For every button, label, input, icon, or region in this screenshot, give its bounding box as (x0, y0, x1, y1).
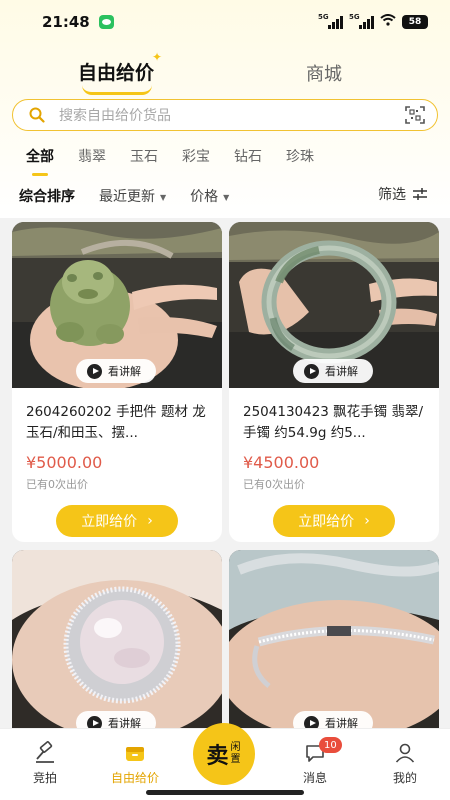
wechat-notification-icon (98, 15, 114, 29)
nav-mine-label: 我的 (392, 771, 417, 785)
battery-indicator: 58 (402, 15, 428, 29)
nav-auction-label: 竞拍 (32, 771, 57, 785)
status-bar: 21:48 5G 5G 58 (0, 0, 450, 44)
filter-icon (413, 188, 427, 200)
sort-comprehensive[interactable]: 综合排序 (19, 186, 75, 206)
home-indicator (146, 790, 304, 795)
tab-free-bid[interactable]: 自由给价 ✦ (78, 50, 162, 95)
network-type-2: 5G (349, 12, 360, 21)
sell-idle-button[interactable]: 卖 闲置 (193, 723, 255, 785)
chevron-right-icon: › (364, 513, 370, 529)
bid-now-label: 立即给价 (298, 514, 355, 530)
bid-now-button[interactable]: 立即给价 › (56, 505, 178, 537)
sell-label: 卖 (206, 744, 229, 769)
product-card[interactable]: 看讲解 2604260202 手把件 题材 龙 玉石/和田玉、摆... ¥500… (12, 222, 222, 542)
play-icon (87, 363, 102, 379)
nav-mine[interactable]: 我的 (365, 741, 445, 786)
filter-label: 筛选 (378, 187, 406, 203)
message-badge: 10 (319, 737, 342, 753)
product-card[interactable]: 看讲解 (12, 550, 222, 730)
product-card[interactable]: 看讲解 (229, 550, 439, 730)
product-image-diamond-bracelet: 看讲解 (229, 550, 439, 730)
tab-free-bid-label: 自由给价 (78, 62, 155, 84)
bid-count: 已有0次出价 (243, 478, 305, 491)
cellular-signal-icon: 5G (318, 12, 343, 29)
wifi-icon (380, 14, 396, 30)
category-pearl[interactable]: 珍珠 (286, 146, 314, 168)
wallet-icon (126, 747, 144, 761)
caret-down-icon: ▼ (160, 192, 167, 202)
nav-messages-label: 消息 (302, 771, 327, 785)
category-jade[interactable]: 玉石 (130, 146, 158, 168)
scan-icon[interactable] (405, 106, 425, 124)
sort-latest-label: 最近更新 (99, 189, 155, 205)
tab-mall[interactable]: 商城 (306, 60, 342, 86)
product-card[interactable]: 看讲解 2504130423 飘花手镯 翡翠/手镯 约54.9g 约5... ¥… (229, 222, 439, 542)
star-icon: ✦ (151, 50, 163, 64)
status-time: 21:48 (42, 13, 90, 31)
cellular-signal-icon-2: 5G (349, 12, 374, 29)
product-price: ¥5000.00 (26, 453, 103, 472)
bid-now-button[interactable]: 立即给价 › (273, 505, 395, 537)
watch-explanation-label: 看讲解 (108, 365, 141, 378)
product-title: 2504130423 飘花手镯 翡翠/手镯 约54.9g 约5... (243, 404, 424, 441)
search-icon (29, 107, 45, 123)
sort-latest[interactable]: 最近更新 ▼ (99, 186, 166, 206)
idle-label: 闲置 (230, 742, 241, 765)
category-gemstone[interactable]: 彩宝 (182, 146, 210, 168)
bid-count: 已有0次出价 (26, 478, 88, 491)
filter-button[interactable]: 筛选 (378, 184, 427, 204)
search-placeholder: 搜索自由给价货品 (59, 108, 171, 124)
category-all[interactable]: 全部 (26, 146, 54, 176)
product-price: ¥4500.00 (243, 453, 320, 472)
category-tabs: 全部 翡翠 玉石 彩宝 钻石 珍珠 (0, 146, 338, 176)
bid-now-label: 立即给价 (81, 514, 138, 530)
watch-explanation-button[interactable]: 看讲解 (293, 359, 373, 383)
watch-explanation-button[interactable]: 看讲解 (76, 359, 156, 383)
play-icon (304, 363, 319, 379)
user-icon (395, 743, 415, 763)
product-image-carved-jade: 看讲解 (12, 222, 222, 388)
product-image-jade-bangle: 看讲解 (229, 222, 439, 388)
nav-free-bid[interactable]: 自由给价 (95, 741, 175, 786)
tab-underline (82, 85, 152, 95)
top-tabs: 自由给价 ✦ 商城 (0, 50, 450, 95)
chevron-right-icon: › (147, 513, 153, 529)
product-title: 2604260202 手把件 题材 龙 玉石/和田玉、摆... (26, 404, 206, 441)
category-diamond[interactable]: 钻石 (234, 146, 262, 168)
caret-down-icon: ▼ (223, 192, 230, 202)
search-bar[interactable]: 搜索自由给价货品 (12, 99, 438, 131)
sort-price[interactable]: 价格 ▼ (190, 186, 229, 206)
nav-auction[interactable]: 竞拍 (5, 741, 85, 786)
watch-explanation-label: 看讲解 (325, 365, 358, 378)
product-grid: 看讲解 2604260202 手把件 题材 龙 玉石/和田玉、摆... ¥500… (0, 222, 450, 730)
nav-free-bid-label: 自由给价 (110, 771, 159, 785)
product-image-pearl-ring: 看讲解 (12, 550, 222, 730)
nav-messages[interactable]: 10 消息 (275, 737, 355, 786)
sort-price-label: 价格 (190, 189, 219, 205)
category-jadeite[interactable]: 翡翠 (78, 146, 106, 168)
gavel-icon (36, 741, 54, 763)
network-type-1: 5G (318, 12, 329, 21)
